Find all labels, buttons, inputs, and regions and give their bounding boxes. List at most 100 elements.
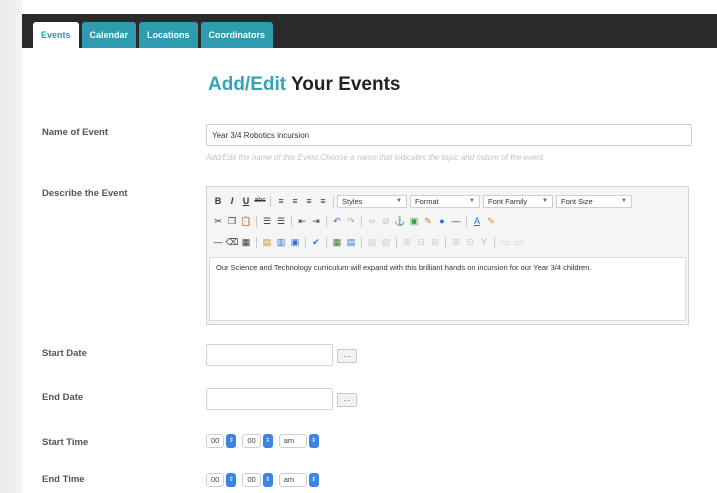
underline-icon[interactable]: U xyxy=(239,194,253,208)
align-center-icon[interactable]: ≡ xyxy=(288,194,302,208)
dropdown-arrow-icon: ▼ xyxy=(621,197,627,204)
end-hour-select[interactable]: 00 xyxy=(206,473,225,487)
start-ampm-spinner-icon[interactable]: ⇕ xyxy=(308,434,319,448)
end-date-picker-button[interactable]: ... xyxy=(337,393,357,407)
toolbar-separator xyxy=(270,195,271,207)
undo-icon[interactable]: ↶ xyxy=(330,214,344,228)
toolbar-separator xyxy=(326,215,327,227)
italic-icon[interactable]: I xyxy=(225,194,239,208)
row-props-icon[interactable]: ▤ xyxy=(365,235,379,249)
redo-icon[interactable]: ↷ xyxy=(344,214,358,228)
help-icon[interactable]: ● xyxy=(435,214,449,228)
font-family-select[interactable]: Font Family ▼ xyxy=(483,194,553,208)
event-name-hint: Add/Edit the name of this Event.Choose a… xyxy=(206,153,546,162)
outdent-icon[interactable]: ⇤ xyxy=(295,214,309,228)
visual-aid-icon[interactable]: ▦ xyxy=(239,235,253,249)
paste-icon[interactable]: 📋 xyxy=(239,214,253,228)
highlight-color-icon[interactable]: ✎ xyxy=(484,214,498,228)
toolbar-separator xyxy=(361,236,362,248)
tab-calendar[interactable]: Calendar xyxy=(81,22,137,48)
tab-coordinators[interactable]: Coordinators xyxy=(200,22,274,48)
end-minute-select[interactable]: 00 xyxy=(242,473,261,487)
align-left-icon[interactable]: ≡ xyxy=(274,194,288,208)
name-label: Name of Event xyxy=(42,127,108,138)
dropdown-arrow-icon: ▼ xyxy=(542,197,548,204)
start-date-input[interactable] xyxy=(206,344,333,366)
cleanup-icon[interactable]: ✎ xyxy=(421,214,435,228)
font-size-select[interactable]: Font Size ▼ xyxy=(556,194,632,208)
table-icon[interactable]: ▦ xyxy=(330,235,344,249)
paste-text-icon[interactable]: ▤ xyxy=(260,235,274,249)
toolbar-separator xyxy=(361,215,362,227)
align-justify-icon[interactable]: ≡ xyxy=(316,194,330,208)
cell-props-icon[interactable]: ▤ xyxy=(379,235,393,249)
editor-toolbar-row-2: ✂ ❐ 📋 ☰ ☰ ⇤ ⇥ ↶ ↷ ∞ ⊘ ⚓ ▣ ✎ ● — A ✎ xyxy=(211,214,498,228)
start-date-label: Start Date xyxy=(42,348,87,359)
unlink-icon[interactable]: ⊘ xyxy=(379,214,393,228)
bullet-list-icon[interactable]: ☰ xyxy=(260,214,274,228)
insert-row-icon[interactable]: ⊞ xyxy=(400,235,414,249)
start-date-picker-button[interactable]: ... xyxy=(337,349,357,363)
end-ampm-select[interactable]: am xyxy=(278,473,307,487)
numbered-list-icon[interactable]: ☰ xyxy=(274,214,288,228)
end-time-selects: 00 ⇕ 00 ⇕ am ⇕ xyxy=(206,473,323,487)
toolbar-separator xyxy=(305,236,306,248)
toolbar-separator xyxy=(445,236,446,248)
editor-toolbar-row-1: B I U abc ≡ ≡ ≡ ≡ Styles ▼ Format ▼ Font F… xyxy=(211,194,635,208)
editor-content-area[interactable]: Our Science and Technology curriculum wi… xyxy=(209,257,686,321)
describe-label: Describe the Event xyxy=(42,188,128,199)
start-minute-spinner-icon[interactable]: ⇕ xyxy=(262,434,273,448)
toolbar-separator xyxy=(326,236,327,248)
start-ampm-select[interactable]: am xyxy=(278,434,307,448)
end-time-label: End Time xyxy=(42,474,85,485)
anchor-icon[interactable]: ⚓ xyxy=(393,214,407,228)
merge-cells-icon[interactable]: ⊞ xyxy=(449,235,463,249)
toolbar-separator xyxy=(494,236,495,248)
insert-col-icon[interactable]: ⊞ xyxy=(428,235,442,249)
page-title-accent: Add/Edit xyxy=(208,74,287,95)
bold-icon[interactable]: B xyxy=(211,194,225,208)
end-hour-spinner-icon[interactable]: ⇕ xyxy=(226,473,237,487)
format-select[interactable]: Format ▼ xyxy=(410,194,480,208)
paste-word-icon[interactable]: ▥ xyxy=(274,235,288,249)
event-name-input[interactable]: Year 3/4 Robotics incursion xyxy=(206,124,692,146)
indent-icon[interactable]: ⇥ xyxy=(309,214,323,228)
horizontal-line-icon[interactable]: — xyxy=(211,235,225,249)
remove-format-icon[interactable]: ⌫ xyxy=(225,235,239,249)
tab-events[interactable]: Events xyxy=(33,22,79,48)
page-title-rest: Your Events xyxy=(286,74,401,95)
delete-row-icon[interactable]: ⊟ xyxy=(414,235,428,249)
copy-icon[interactable]: ❐ xyxy=(225,214,239,228)
media-icon[interactable]: ▣ xyxy=(288,235,302,249)
html-source-icon[interactable]: ▭ xyxy=(498,235,512,249)
toolbar-separator xyxy=(256,215,257,227)
end-ampm-spinner-icon[interactable]: ⇕ xyxy=(308,473,319,487)
end-date-label: End Date xyxy=(42,392,84,403)
end-minute-spinner-icon[interactable]: ⇕ xyxy=(262,473,273,487)
text-color-icon[interactable]: A xyxy=(470,214,484,228)
split-cells-icon[interactable]: ⊟ xyxy=(463,235,477,249)
dropdown-arrow-icon: ▼ xyxy=(469,197,475,204)
delete-table-icon[interactable]: Y xyxy=(477,235,491,249)
toolbar-separator xyxy=(396,236,397,248)
table-props-icon[interactable]: ▤ xyxy=(344,235,358,249)
strikethrough-icon[interactable]: abc xyxy=(253,194,267,208)
styles-select[interactable]: Styles ▼ xyxy=(337,194,407,208)
link-icon[interactable]: ∞ xyxy=(365,214,379,228)
image-icon[interactable]: ▣ xyxy=(407,214,421,228)
cut-icon[interactable]: ✂ xyxy=(211,214,225,228)
start-hour-select[interactable]: 00 xyxy=(206,434,225,448)
start-time-selects: 00 ⇕ 00 ⇕ am ⇕ xyxy=(206,434,323,448)
spellcheck-icon[interactable]: ✔ xyxy=(309,235,323,249)
align-right-icon[interactable]: ≡ xyxy=(302,194,316,208)
start-hour-spinner-icon[interactable]: ⇕ xyxy=(226,434,237,448)
page-title: Add/Edit Your Events xyxy=(208,74,401,96)
fullscreen-icon[interactable]: ▭ xyxy=(512,235,526,249)
start-time-label: Start Time xyxy=(42,437,89,448)
end-date-input[interactable] xyxy=(206,388,333,410)
tab-locations[interactable]: Locations xyxy=(139,22,198,48)
horizontal-rule-icon[interactable]: — xyxy=(449,214,463,228)
toolbar-separator xyxy=(291,215,292,227)
toolbar-separator xyxy=(333,195,334,207)
start-minute-select[interactable]: 00 xyxy=(242,434,261,448)
